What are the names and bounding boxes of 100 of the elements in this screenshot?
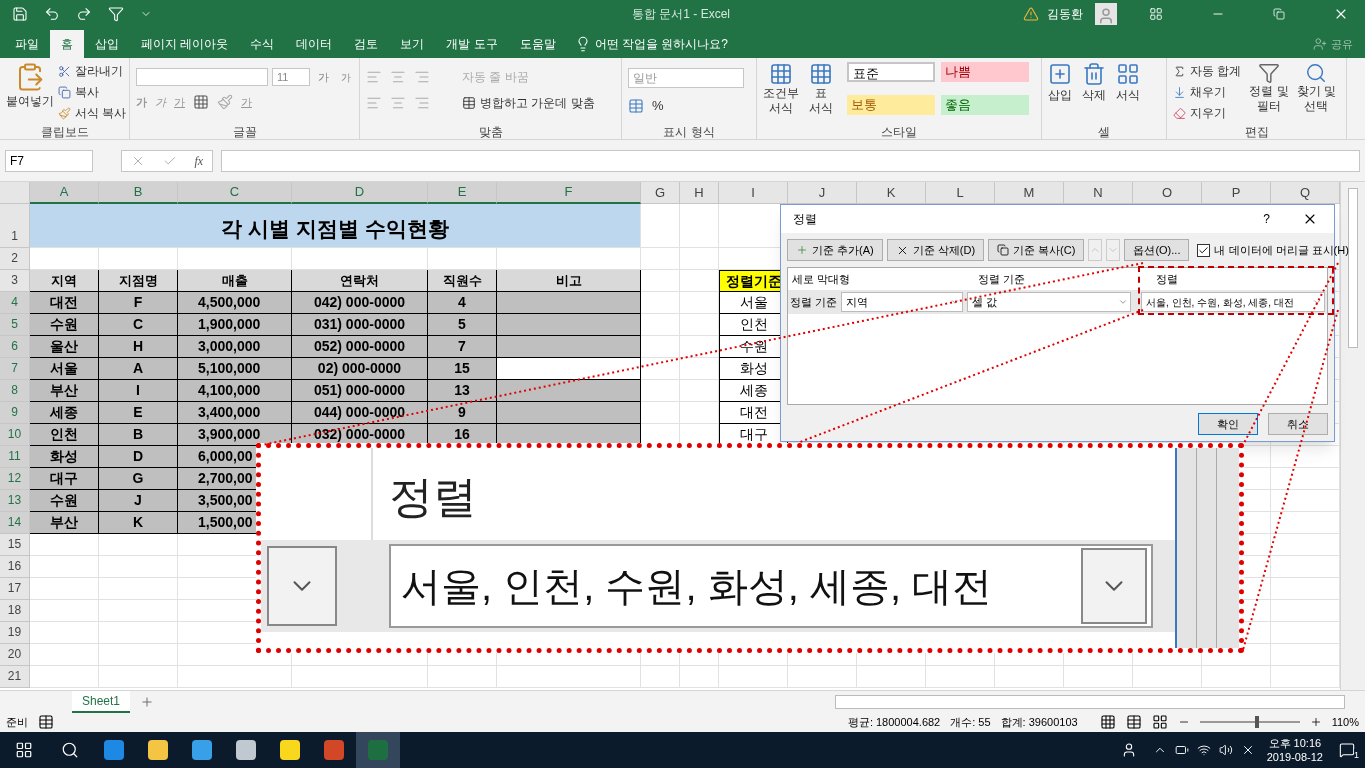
add-level-button[interactable]: 기준 추가(A) xyxy=(787,239,883,261)
order-select[interactable]: 서울, 인천, 수원, 화성, 세종, 대전 xyxy=(389,544,1153,628)
cell-style[interactable]: 좋음 xyxy=(941,95,1029,115)
align-top-icon[interactable] xyxy=(366,69,382,85)
cut-button[interactable]: 잘라내기 xyxy=(58,62,127,80)
column-header[interactable]: H xyxy=(680,182,719,204)
column-header[interactable]: D xyxy=(292,182,428,204)
align-right-icon[interactable] xyxy=(414,95,430,111)
font-size-field[interactable]: 11 xyxy=(272,68,310,86)
column-header[interactable]: N xyxy=(1064,182,1133,204)
paste-button[interactable]: 붙여넣기 xyxy=(6,62,54,123)
align-bottom-icon[interactable] xyxy=(414,69,430,85)
percent-button[interactable]: % xyxy=(652,96,664,116)
column-header[interactable]: O xyxy=(1133,182,1202,204)
row-header[interactable]: 4 xyxy=(0,292,30,314)
column-header[interactable]: Q xyxy=(1271,182,1340,204)
column-header[interactable]: B xyxy=(99,182,178,204)
row-header[interactable]: 10 xyxy=(0,424,30,446)
align-left-icon[interactable] xyxy=(366,95,382,111)
restore-icon[interactable] xyxy=(1273,8,1285,20)
row-header[interactable]: 12 xyxy=(0,468,30,490)
cells-button[interactable]: 서식 xyxy=(1116,62,1140,123)
cell-style[interactable]: 표준 xyxy=(847,62,935,82)
cells-button[interactable]: 삽입 xyxy=(1048,62,1072,123)
cell-style[interactable]: 나쁨 xyxy=(941,62,1029,82)
header-checkbox[interactable] xyxy=(1197,243,1211,257)
ribbon-tab[interactable]: 데이터 xyxy=(285,30,344,58)
name-box[interactable]: F7 xyxy=(5,149,93,172)
ribbon-tab[interactable]: 도움말 xyxy=(508,30,567,58)
ribbon-tab[interactable]: 수식 xyxy=(239,30,286,58)
row-header[interactable]: 16 xyxy=(0,556,30,578)
zoom-level[interactable]: 110% xyxy=(1331,713,1359,731)
clear-button[interactable]: 지우기 xyxy=(1173,104,1242,122)
align-middle-icon[interactable] xyxy=(390,69,406,85)
ribbon-tab[interactable]: 검토 xyxy=(343,30,390,58)
copy-level-button[interactable]: 기준 복사(C) xyxy=(988,239,1085,261)
ribbon-tab[interactable]: 페이지 레이아웃 xyxy=(130,30,240,58)
dropdown-button[interactable] xyxy=(267,546,337,626)
row-header[interactable]: 14 xyxy=(0,512,30,534)
ribbon-tab[interactable]: 파일 xyxy=(4,30,50,58)
column-header[interactable]: F xyxy=(497,182,641,204)
cell-style[interactable]: 보통 xyxy=(847,95,935,115)
tell-me-field[interactable]: 어떤 작업을 원하시나요? xyxy=(594,35,729,53)
search-icon[interactable] xyxy=(61,741,79,759)
ribbon-tab[interactable]: 홈 xyxy=(50,30,84,58)
notification-icon[interactable] xyxy=(1339,742,1355,758)
ribbon-tab[interactable]: 개발 도구 xyxy=(435,30,509,58)
row-header[interactable]: 3 xyxy=(0,270,30,292)
column-header[interactable]: K xyxy=(857,182,926,204)
fill-button[interactable]: 채우기 xyxy=(1173,83,1242,101)
row-header[interactable]: 2 xyxy=(0,248,30,270)
conditional-format-button[interactable]: 조건부 서식 xyxy=(763,62,799,123)
options-button[interactable]: 옵션(O)... xyxy=(1124,239,1190,261)
ribbon-tab[interactable]: 보기 xyxy=(389,30,436,58)
row-header[interactable]: 11 xyxy=(0,446,30,468)
row-header[interactable]: 19 xyxy=(0,622,30,644)
normal-view-icon[interactable] xyxy=(1099,714,1116,730)
column-header[interactable]: A xyxy=(30,182,99,204)
column-header[interactable]: I xyxy=(719,182,788,204)
row-header[interactable]: 13 xyxy=(0,490,30,512)
cancel-button[interactable]: 취소 xyxy=(1268,413,1328,435)
order-select[interactable]: 서울, 인천, 수원, 화성, 세종, 대전 xyxy=(1141,292,1325,312)
row-header[interactable]: 7 xyxy=(0,358,30,380)
merge-center-button[interactable]: 병합하고 가운데 맞춤 xyxy=(462,94,595,112)
autosum-button[interactable]: 자동 합계 xyxy=(1173,62,1242,80)
redo-icon[interactable] xyxy=(76,6,92,22)
insert-function-button[interactable]: fx xyxy=(194,151,204,170)
font-name-field[interactable] xyxy=(136,68,268,86)
ribbon-tab[interactable]: 삽입 xyxy=(84,30,130,58)
undo-icon[interactable] xyxy=(44,6,60,22)
zoom-slider-thumb[interactable] xyxy=(1254,716,1259,728)
help-button[interactable]: ? xyxy=(1263,210,1270,228)
row-header[interactable]: 8 xyxy=(0,380,30,402)
format-table-button[interactable]: 표 서식 xyxy=(803,62,839,123)
row-header[interactable]: 5 xyxy=(0,314,30,336)
format-painter-button[interactable]: 서식 복사 xyxy=(58,104,127,122)
add-sheet-icon[interactable] xyxy=(140,694,155,709)
formula-input[interactable] xyxy=(221,149,1360,172)
sort-on-select[interactable]: 셀 값 xyxy=(967,292,1132,312)
horizontal-scrollbar[interactable] xyxy=(835,694,1345,709)
column-header[interactable]: L xyxy=(926,182,995,204)
column-header[interactable]: E xyxy=(428,182,497,204)
row-header[interactable]: 15 xyxy=(0,534,30,556)
row-header[interactable]: 9 xyxy=(0,402,30,424)
save-icon[interactable] xyxy=(12,6,28,22)
sort-filter-button[interactable]: 정렬 및 필터 xyxy=(1249,62,1289,123)
copy-button[interactable]: 복사 xyxy=(58,83,127,101)
dropdown-button[interactable] xyxy=(1081,548,1147,624)
column-header[interactable]: G xyxy=(641,182,680,204)
row-header[interactable]: 6 xyxy=(0,336,30,358)
funnel-icon[interactable] xyxy=(108,6,124,22)
align-center-icon[interactable] xyxy=(390,95,406,111)
windows-start-icon[interactable] xyxy=(15,741,33,759)
cells-button[interactable]: 삭제 xyxy=(1082,62,1106,123)
column-header[interactable]: P xyxy=(1202,182,1271,204)
zoom-in-icon[interactable] xyxy=(1309,716,1322,728)
column-header[interactable]: J xyxy=(788,182,857,204)
ok-button[interactable]: 확인 xyxy=(1198,413,1258,435)
sheet-tab[interactable]: Sheet1 xyxy=(72,690,131,713)
delete-level-button[interactable]: 기준 삭제(D) xyxy=(886,239,985,261)
